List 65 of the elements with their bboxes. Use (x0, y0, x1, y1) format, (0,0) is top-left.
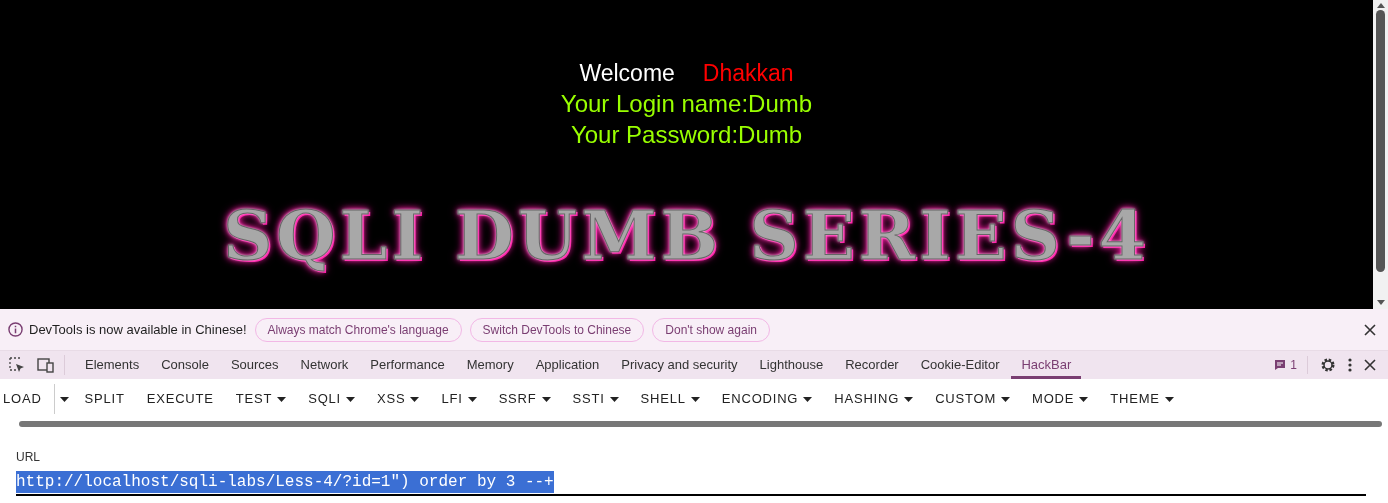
caret-icon (803, 396, 813, 402)
infobar-button[interactable]: Switch DevTools to Chinese (469, 317, 645, 342)
menu-button[interactable]: XSS (369, 384, 428, 414)
info-icon (8, 322, 23, 337)
more-icon[interactable] (1348, 358, 1352, 372)
devtools-tab[interactable]: Memory (456, 351, 524, 379)
menu-button[interactable]: ENCODING (713, 384, 821, 414)
close-icon[interactable] (1364, 359, 1376, 371)
menu-button[interactable]: LOAD (3, 384, 55, 414)
menu-button[interactable]: MODE (1024, 384, 1097, 414)
caret-icon (59, 396, 69, 402)
menu-button[interactable]: SHELL (632, 384, 708, 414)
caret-icon (541, 396, 551, 402)
infobar-button[interactable]: Don't show again (652, 317, 770, 342)
caret-icon (467, 396, 477, 402)
devtools-tab[interactable]: Cookie-Editor (910, 351, 1010, 379)
caret-icon (410, 396, 420, 402)
devtools-tab[interactable]: Privacy and security (611, 351, 748, 379)
caret-icon (1079, 396, 1089, 402)
infobar-button[interactable]: Always match Chrome's language (254, 317, 462, 342)
menu-button[interactable]: EXECUTE (138, 384, 222, 414)
url-field[interactable]: http://localhost/sqli-labs/Less-4/?id=1") order by 3 --+ (16, 470, 1366, 496)
caret-icon (609, 396, 619, 402)
settings-icon[interactable] (1320, 357, 1336, 373)
user-name: Dhakkan (702, 59, 794, 88)
scrollbar-thumb[interactable] (1376, 10, 1385, 272)
caret-icon (1164, 396, 1174, 402)
devtools-tab[interactable]: Elements (75, 351, 150, 379)
scrollbar[interactable] (1373, 0, 1388, 309)
devtools-tab[interactable]: Application (525, 351, 610, 379)
inspect-icon[interactable] (9, 357, 25, 373)
menu-button[interactable]: SPLIT (76, 384, 133, 414)
welcome-text: Welcome (579, 59, 675, 88)
issues-button[interactable]: 1 (1274, 356, 1308, 374)
caret-icon (690, 396, 700, 402)
caret-icon (346, 396, 355, 402)
devtools-tab[interactable]: Network (290, 351, 359, 379)
horizontal-scrollbar[interactable] (19, 421, 1382, 427)
banner-title: SQLI DUMB SERIES-4 (223, 198, 1150, 272)
device-icon[interactable] (37, 357, 54, 373)
menu-button[interactable]: THEME (1102, 384, 1182, 414)
devtools-tab[interactable]: Performance (360, 351, 455, 379)
devtools-tab[interactable]: Sources (220, 351, 289, 379)
menu-button[interactable]: HASHING (826, 384, 922, 414)
scroll-up-icon[interactable] (1376, 2, 1385, 8)
info-message: DevTools is now available in Chinese! (29, 320, 247, 339)
devtools-tab[interactable]: Recorder (835, 351, 909, 379)
url-label: URL (16, 450, 41, 464)
password-text: Your Password:Dumb (570, 120, 803, 150)
caret-icon (1001, 396, 1011, 402)
devtools-tab[interactable]: HackBar (1011, 351, 1082, 379)
caret-icon (277, 396, 287, 402)
menu-button[interactable]: LFI (433, 384, 485, 414)
scroll-down-icon[interactable] (1376, 300, 1385, 306)
login-name-text: Your Login name:Dumb (560, 89, 813, 119)
menu-button[interactable]: CUSTOM (927, 384, 1019, 414)
comment-icon (1274, 359, 1287, 371)
menu-button[interactable]: TEST (227, 384, 295, 414)
caret-icon (904, 396, 914, 402)
menu-button[interactable]: SSTI (564, 384, 627, 414)
close-icon[interactable] (1364, 323, 1376, 336)
devtools-tab[interactable]: Lighthouse (749, 351, 834, 379)
devtools-tab[interactable]: Console (151, 351, 219, 379)
menu-button[interactable]: SQLI (300, 384, 363, 414)
menu-button[interactable]: SSRF (490, 384, 559, 414)
